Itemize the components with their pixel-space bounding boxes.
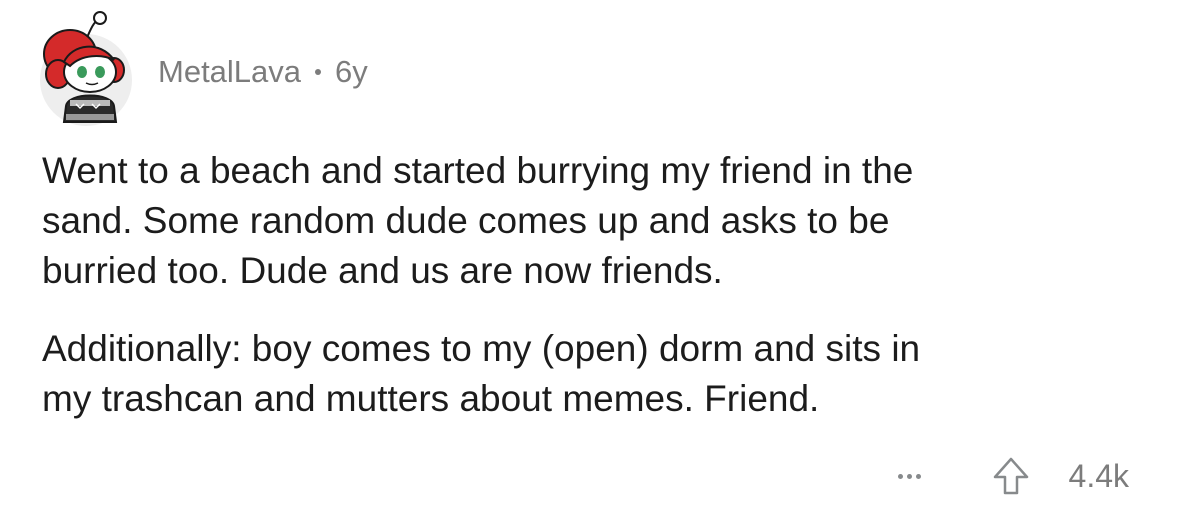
- author-name[interactable]: MetalLava: [158, 54, 301, 90]
- more-dot-icon: [916, 473, 922, 479]
- comment-paragraph-2: Additionally: boy comes to my (open) dor…: [42, 328, 921, 419]
- comment-age: 6y: [335, 54, 368, 89]
- comment: MetalLava 6y Went to a beach and started…: [0, 0, 1179, 511]
- comment-paragraph-1: Went to a beach and started burrying my …: [42, 150, 914, 291]
- comment-body: Went to a beach and started burrying my …: [42, 146, 1142, 452]
- user-avatar[interactable]: [36, 10, 136, 128]
- upvote-arrow-icon: [993, 457, 1028, 495]
- comment-actions: 4.4k: [885, 446, 1129, 506]
- author-line: MetalLava 6y: [158, 54, 368, 90]
- more-dot-icon: [898, 473, 904, 479]
- separator-dot: [315, 69, 322, 75]
- comment-header: MetalLava 6y: [36, 10, 368, 128]
- vote-score: 4.4k: [1068, 457, 1129, 494]
- more-dot-icon: [907, 473, 913, 479]
- upvote-button[interactable]: [989, 454, 1033, 498]
- more-options-button[interactable]: [885, 456, 935, 496]
- snoo-avatar-icon: [40, 11, 132, 126]
